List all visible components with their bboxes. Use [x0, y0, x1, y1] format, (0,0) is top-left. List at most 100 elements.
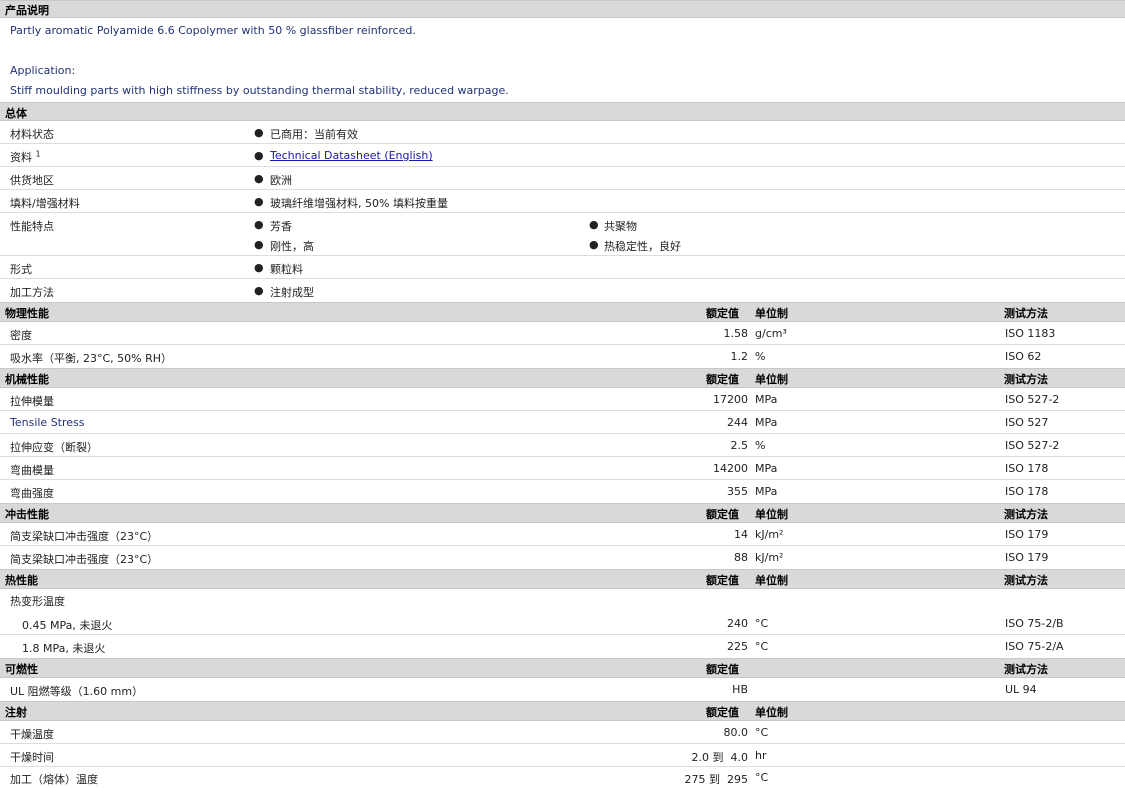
bullet-icon: ● — [254, 261, 264, 274]
property-label: 干燥温度 — [10, 728, 54, 741]
bullet-icon: ● — [254, 195, 264, 208]
property-value: 1.58 — [723, 327, 749, 340]
property-row: 密度 1.58 g/cm³ ISO 1183 — [0, 322, 1125, 345]
property-row: 拉伸模量 17200 MPa ISO 527-2 — [0, 388, 1125, 411]
feature-value: 热稳定性，良好 — [604, 240, 681, 253]
application-label: Application: — [10, 64, 76, 77]
property-row: 干燥时间 2.0 到 4.0 hr — [0, 744, 1125, 767]
row-label: 填料/增强材料 — [10, 197, 80, 210]
column-header-method: 测试方法 — [1004, 373, 1048, 386]
property-row: 简支梁缺口冲击强度（23°C） 14 kJ/m² ISO 179 — [0, 523, 1125, 546]
property-row: 1.8 MPa, 未退火 225 °C ISO 75-2/A — [0, 635, 1125, 658]
property-label: 0.45 MPa, 未退火 — [22, 619, 113, 632]
row-label: 供货地区 — [10, 174, 54, 187]
property-value: 240 — [727, 617, 748, 630]
row-label: 加工方法 — [10, 286, 54, 299]
column-header-nominal: 额定值 — [706, 574, 739, 587]
general-row-processing: 加工方法 ● 注射成型 — [0, 279, 1125, 302]
property-unit: °C — [755, 640, 769, 653]
property-label: 1.8 MPa, 未退火 — [22, 642, 106, 655]
column-header-method: 测试方法 — [1004, 574, 1048, 587]
property-unit: hr — [755, 749, 767, 762]
property-label: 拉伸模量 — [10, 395, 54, 408]
section-title: 机械性能 — [5, 373, 49, 386]
row-value: 已商用：当前有效 — [270, 128, 358, 141]
property-method: ISO 75-2/B — [1005, 617, 1064, 630]
property-unit: kJ/m² — [755, 528, 784, 541]
row-value: 欧洲 — [270, 174, 292, 187]
property-method: ISO 527-2 — [1005, 439, 1060, 452]
bullet-icon: ● — [254, 284, 264, 297]
section-header-injection: 注射 额定值 单位制 — [0, 701, 1125, 721]
property-row: Tensile Stress 244 MPa ISO 527 — [0, 411, 1125, 434]
property-row: 拉伸应变（断裂） 2.5 % ISO 527-2 — [0, 434, 1125, 457]
row-label: 资料 1 — [10, 149, 41, 165]
section-header-physical: 物理性能 额定值 单位制 测试方法 — [0, 302, 1125, 322]
property-label: 弯曲模量 — [10, 464, 54, 477]
property-row: 弯曲强度 355 MPa ISO 178 — [0, 480, 1125, 503]
property-row: 吸水率（平衡, 23°C, 50% RH） 1.2 % ISO 62 — [0, 345, 1125, 368]
section-title: 物理性能 — [5, 307, 49, 320]
property-value: 88 — [734, 551, 748, 564]
column-header-method: 测试方法 — [1004, 307, 1048, 320]
column-header-nominal: 额定值 — [706, 706, 739, 719]
property-value: 2.0 到 4.0 — [691, 751, 748, 764]
bullet-icon: ● — [254, 149, 264, 162]
section-header-general: 总体 — [0, 102, 1125, 121]
property-unit: MPa — [755, 462, 778, 475]
property-label: 干燥时间 — [10, 751, 54, 764]
property-row: 弯曲模量 14200 MPa ISO 178 — [0, 457, 1125, 480]
property-group-label: 热变形温度 — [10, 595, 65, 608]
general-row-form: 形式 ● 颗粒料 — [0, 256, 1125, 279]
label-text: 资料 — [10, 151, 32, 164]
row-label: 材料状态 — [10, 128, 54, 141]
bullet-icon: ● — [589, 218, 599, 231]
row-value: 玻璃纤维增强材料, 50% 填料按重量 — [270, 197, 448, 210]
section-header-impact: 冲击性能 额定值 单位制 测试方法 — [0, 503, 1125, 523]
general-row-literature: 资料 1 ● Technical Datasheet (English) — [0, 144, 1125, 167]
property-row: 0.45 MPa, 未退火 240 °C ISO 75-2/B — [0, 612, 1125, 635]
general-row-material-status: 材料状态 ● 已商用：当前有效 — [0, 121, 1125, 144]
general-row-features: 性能特点 ● 芳香 ● 共聚物 ● 刚性，高 ● 热稳定性，良好 — [0, 213, 1125, 256]
row-label: 形式 — [10, 263, 32, 276]
property-group-row: 热变形温度 — [0, 589, 1125, 612]
property-row: 简支梁缺口冲击强度（23°C） 88 kJ/m² ISO 179 — [0, 546, 1125, 569]
column-header-method: 测试方法 — [1004, 508, 1048, 521]
bullet-icon: ● — [254, 172, 264, 185]
property-method: ISO 527 — [1005, 416, 1049, 429]
general-row-availability: 供货地区 ● 欧洲 — [0, 167, 1125, 190]
column-header-unit: 单位制 — [755, 706, 788, 719]
technical-datasheet-link[interactable]: Technical Datasheet (English) — [270, 149, 433, 162]
column-header-unit: 单位制 — [755, 508, 788, 521]
property-label: 吸水率（平衡, 23°C, 50% RH） — [10, 352, 173, 365]
property-row: UL 阻燃等级（1.60 mm） HB UL 94 — [0, 678, 1125, 701]
property-value: 225 — [727, 640, 748, 653]
feature-value: 芳香 — [270, 220, 292, 233]
feature-value: 刚性，高 — [270, 240, 314, 253]
property-unit: % — [755, 350, 766, 363]
property-label: UL 阻燃等级（1.60 mm） — [10, 685, 144, 698]
property-value: 1.2 — [730, 350, 749, 363]
property-label: 简支梁缺口冲击强度（23°C） — [10, 530, 159, 543]
property-label: 密度 — [10, 329, 32, 342]
property-unit: °C — [755, 617, 769, 630]
property-method: ISO 178 — [1005, 485, 1049, 498]
property-value: 17200 — [713, 393, 748, 406]
column-header-nominal: 额定值 — [706, 307, 739, 320]
column-header-unit: 单位制 — [755, 373, 788, 386]
property-value: 80.0 — [723, 726, 749, 739]
section-title: 产品说明 — [5, 4, 49, 17]
property-unit: MPa — [755, 393, 778, 406]
column-header-nominal: 额定值 — [706, 373, 739, 386]
property-method: UL 94 — [1005, 683, 1037, 696]
section-header-mechanical: 机械性能 额定值 单位制 测试方法 — [0, 368, 1125, 388]
property-unit: MPa — [755, 416, 778, 429]
section-header-product-description: 产品说明 — [0, 0, 1125, 18]
property-unit: kJ/m² — [755, 551, 784, 564]
property-unit: g/cm³ — [755, 327, 787, 340]
property-method: ISO 1183 — [1005, 327, 1056, 340]
section-title: 可燃性 — [5, 663, 38, 676]
property-row: 干燥温度 80.0 °C — [0, 721, 1125, 744]
bullet-icon: ● — [254, 238, 264, 251]
row-value: 注射成型 — [270, 286, 314, 299]
